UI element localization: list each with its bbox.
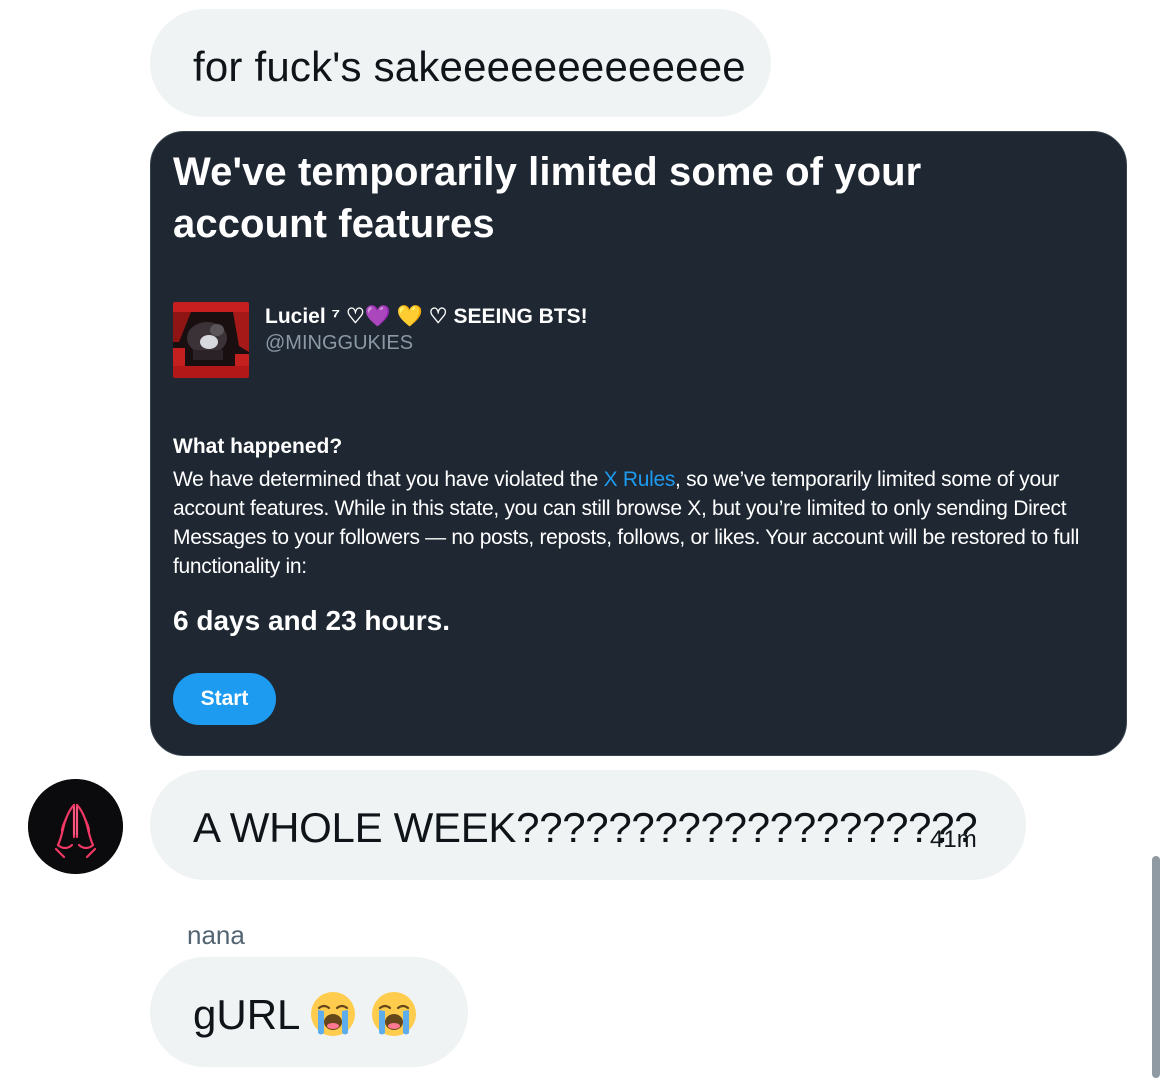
scrollbar[interactable] [1152, 856, 1160, 1078]
restriction-duration: 6 days and 23 hours. [173, 605, 450, 636]
message-text: for fuck's sakeeeeeeeeeeeee [193, 43, 746, 90]
account-limited-card: We've temporarily limited some of your a… [150, 131, 1127, 756]
start-button[interactable]: Start [173, 673, 276, 725]
what-happened-body: We have determined that you have violate… [173, 465, 1108, 581]
loudly-crying-face-icon [311, 992, 355, 1036]
praying-hands-neon-icon [28, 779, 123, 874]
profile-avatar[interactable] [173, 302, 249, 378]
message-text: A WHOLE WEEK???????????????????? [193, 804, 978, 851]
message-bubble-1[interactable]: for fuck's sakeeeeeeeeeeeee [150, 9, 771, 117]
card-title: We've temporarily limited some of your a… [173, 150, 922, 246]
x-rules-link[interactable]: X Rules [604, 468, 676, 491]
message-bubble-2[interactable]: A WHOLE WEEK???????????????????? 41m [150, 770, 1026, 880]
sender-name: nana [187, 920, 245, 950]
message-bubble-3[interactable]: gURL [150, 957, 468, 1067]
profile-display-name: Luciel ⁷ ♡💜 💛 ♡ SEEING BTS! [265, 305, 588, 328]
profile-handle: @MINGGUKIES [265, 332, 414, 354]
message-text: gURL [193, 991, 301, 1038]
dm-conversation: for fuck's sakeeeeeeeeeeeee We've tempor… [0, 0, 1170, 1078]
message-timestamp: 41m [930, 826, 977, 853]
loudly-crying-face-icon [372, 992, 416, 1036]
profile-row[interactable]: Luciel ⁷ ♡💜 💛 ♡ SEEING BTS! @MINGGUKIES [173, 302, 873, 378]
body-text-start: We have determined that you have violate… [173, 468, 604, 491]
what-happened-heading: What happened? [173, 435, 343, 458]
profile-avatar-image [173, 302, 249, 378]
sender-avatar[interactable] [28, 779, 123, 874]
